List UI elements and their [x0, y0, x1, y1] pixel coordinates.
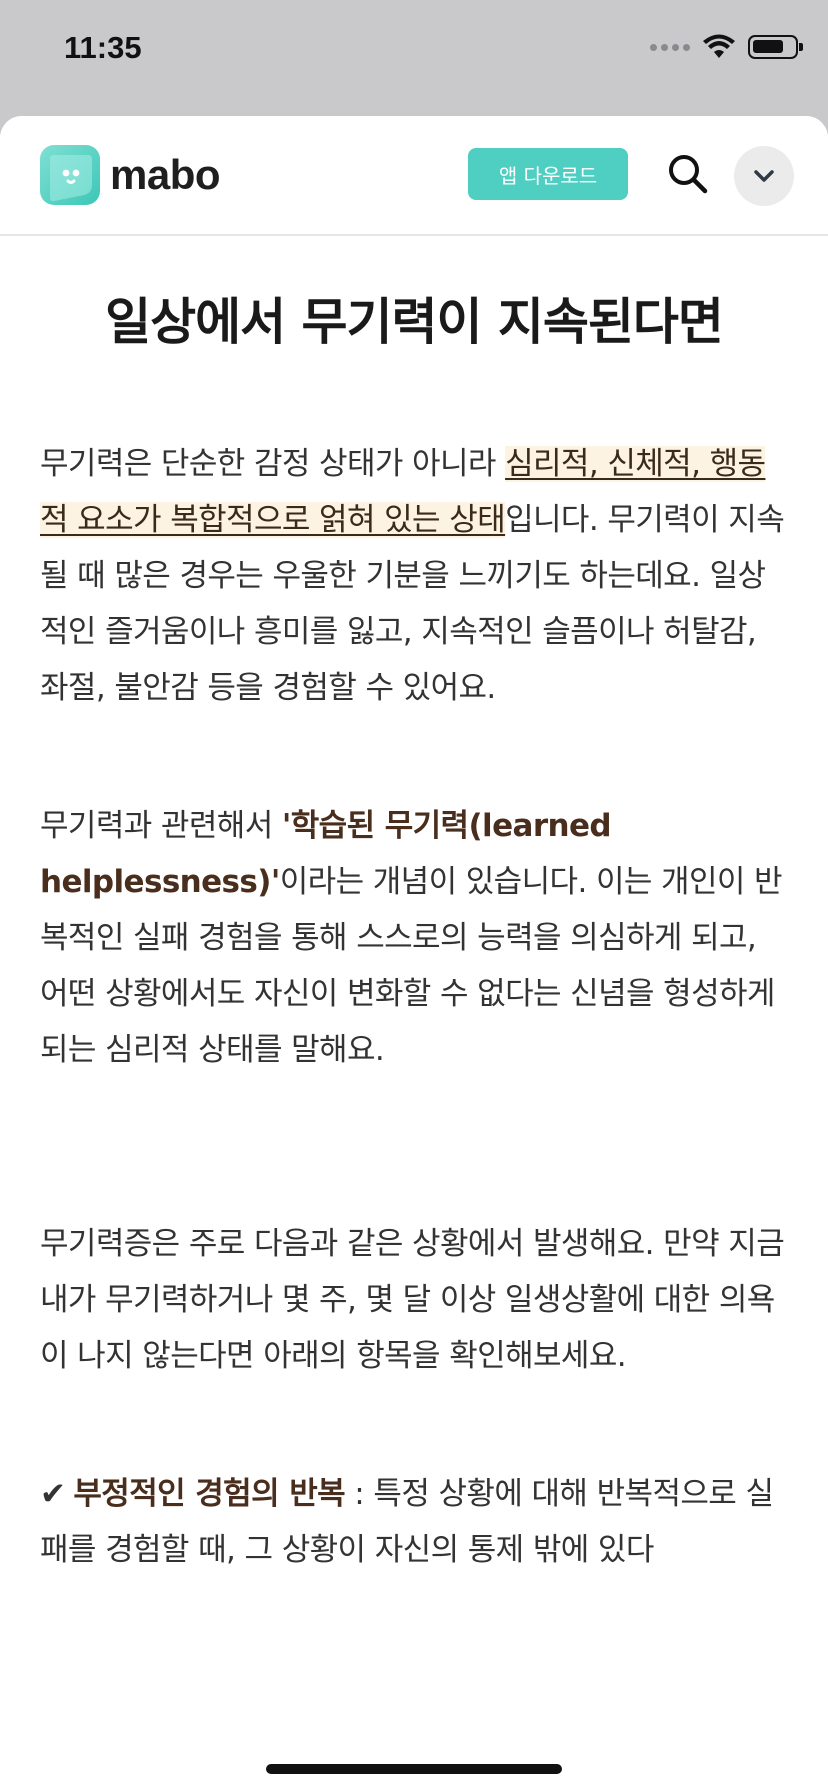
browser-sheet: mabo 앱 다운로드 일상에서 무기력이 지속된다면 무기력은 단순한 감정 …	[0, 116, 828, 1792]
battery-icon	[748, 35, 803, 59]
site-header: mabo 앱 다운로드	[0, 116, 828, 236]
logo-text: mabo	[110, 151, 221, 198]
chevron-down-icon	[754, 170, 774, 182]
status-icons	[650, 34, 803, 60]
home-indicator[interactable]	[266, 1764, 562, 1774]
cellular-signal-icon	[650, 43, 690, 51]
status-bar: 11:35	[0, 0, 828, 110]
paragraph-text: 무기력은 단순한 감정 상태가 아니라	[40, 446, 506, 482]
checklist-term: 부정적인 경험의 반복	[73, 1476, 346, 1512]
check-icon: ✔	[40, 1476, 66, 1512]
article-title: 일상에서 무기력이 지속된다면	[105, 293, 724, 351]
paragraph-text: 무기력과 관련해서	[40, 808, 282, 844]
checklist-item: ✔ 부정적인 경험의 반복 : 특정 상황에 대해 반복적으로 실패를 경험할 때…	[40, 1466, 788, 1578]
paragraph-intro: 무기력은 단순한 감정 상태가 아니라 심리적, 신체적, 행동적 요소가 복합…	[40, 436, 788, 716]
logo-mark-icon	[40, 145, 100, 205]
paragraph-situations: 무기력증은 주로 다음과 같은 상황에서 발생해요. 만약 지금 내가 무기력하…	[40, 1226, 785, 1374]
wifi-icon	[703, 34, 735, 58]
article-body: 일상에서 무기력이 지속된다면 무기력은 단순한 감정 상태가 아니라 심리적,…	[40, 236, 788, 1578]
search-icon[interactable]	[664, 150, 712, 198]
status-time: 11:35	[64, 30, 142, 65]
site-logo[interactable]: mabo	[40, 145, 221, 205]
app-download-button[interactable]: 앱 다운로드	[468, 148, 628, 200]
paragraph-learned-helplessness: 무기력과 관련해서 '학습된 무기력(learned helplessness)…	[40, 798, 788, 1078]
menu-toggle-button[interactable]	[734, 146, 794, 206]
